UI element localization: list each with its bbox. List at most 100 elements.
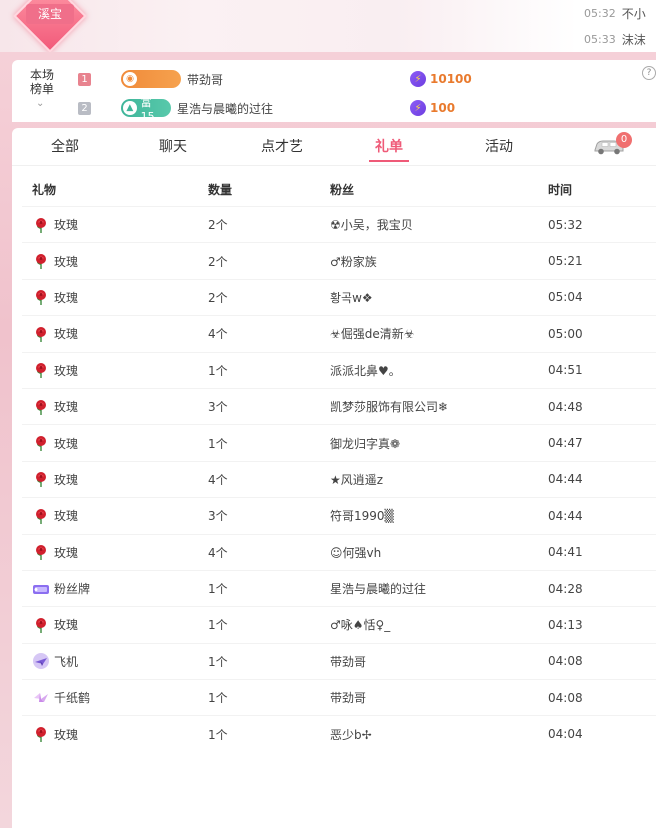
gift-cell: 玫瑰	[22, 398, 208, 416]
ranking-title[interactable]: 本场榜单	[30, 68, 60, 96]
rose-icon	[32, 725, 50, 743]
time-cell: 04:08	[548, 654, 583, 669]
table-row[interactable]: 玫瑰 1个 御龙归字真❁ 04:47	[22, 424, 656, 460]
qty-cell: 1个	[208, 691, 228, 706]
fan-cell[interactable]: ♂粉家族	[330, 253, 548, 270]
gift-cell: 粉丝牌	[22, 580, 208, 598]
paper-crane-icon	[32, 689, 50, 707]
table-row[interactable]: 玫瑰 4个 ★风逍遥z 04:44	[22, 460, 656, 497]
fan-cell[interactable]: ♂咏♠恬♀_	[330, 616, 548, 633]
rose-icon	[32, 507, 50, 525]
qty-cell: 1个	[208, 654, 228, 669]
fan-cell[interactable]: 符哥1990▒	[330, 507, 548, 524]
chat-name: 不小	[621, 6, 646, 21]
host-badge-label: 溪宝	[26, 4, 74, 24]
fan-cell[interactable]: ☢小吴，我宝贝	[330, 216, 548, 233]
gift-name: 玫瑰	[54, 290, 79, 305]
fan-cell[interactable]: ☣倔强de清新☣	[330, 325, 548, 342]
table-row[interactable]: 千纸鹤 1个 带劲哥 04:08	[22, 679, 656, 715]
airplane-icon	[32, 652, 50, 670]
rose-icon	[32, 361, 50, 379]
gift-name: 玫瑰	[54, 254, 79, 269]
table-row[interactable]: 飞机 1个 带劲哥 04:08	[22, 642, 656, 679]
table-body: 玫瑰 2个 ☢小吴，我宝贝 05:32 玫瑰 2个 ♂粉家族 05:21 玫瑰 2个 황곡w❖ 0…	[22, 206, 656, 752]
chat-line: 05:32 不小	[584, 0, 656, 26]
lightning-icon: ⚡	[410, 71, 426, 87]
table-row[interactable]: 玫瑰 1个 ♂咏♠恬♀_ 04:13	[22, 606, 656, 642]
fan-cell[interactable]: ★风逍遥z	[330, 471, 548, 488]
table-row[interactable]: 粉丝牌 1个 星浩与晨曦的过往 04:28	[22, 569, 656, 606]
table-row[interactable]: 玫瑰 4个 ☺何强vh 04:41	[22, 533, 656, 570]
fan-cell[interactable]: ☺何强vh	[330, 544, 548, 561]
rose-icon	[32, 470, 50, 488]
time-cell: 04:44	[548, 508, 583, 523]
rank-user: 星浩与晨曦的过往	[177, 101, 274, 116]
rank-user: 带劲哥	[187, 72, 224, 87]
time-cell: 05:00	[548, 326, 583, 341]
time-cell: 04:44	[548, 472, 583, 487]
table-row[interactable]: 玫瑰 2个 ♂粉家族 05:21	[22, 242, 656, 278]
time-cell: 04:48	[548, 399, 583, 414]
gift-name: 玫瑰	[54, 218, 79, 233]
fan-cell[interactable]: 황곡w❖	[330, 289, 548, 306]
rose-icon	[32, 252, 50, 270]
table-row[interactable]: 玫瑰 3个 凯梦莎服饰有限公司❄ 04:48	[22, 387, 656, 424]
fan-cell[interactable]: 星浩与晨曦的过往	[330, 580, 548, 597]
qty-cell: 2个	[208, 290, 228, 305]
car-tab[interactable]: 0	[592, 132, 632, 160]
qty-cell: 4个	[208, 472, 228, 487]
lightning-icon: ⚡	[410, 100, 426, 116]
table-row[interactable]: 玫瑰 3个 符哥1990▒ 04:44	[22, 497, 656, 533]
fan-cell[interactable]: 带劲哥	[330, 653, 548, 670]
time-cell: 05:21	[548, 254, 583, 269]
rank-number: 2	[78, 101, 91, 115]
tab-talent[interactable]: 点才艺	[250, 128, 314, 166]
fan-cell[interactable]: 带劲哥	[330, 689, 548, 706]
time-cell: 04:41	[548, 545, 583, 560]
level-badge-icon: ◉	[123, 72, 137, 86]
table-row[interactable]: 玫瑰 1个 恶少b✢ 04:04	[22, 715, 656, 751]
rank-score: ⚡ 100	[410, 97, 455, 119]
header-time: 时间	[548, 182, 573, 197]
qty-cell: 1个	[208, 618, 228, 633]
gift-name: 玫瑰	[54, 363, 79, 378]
fan-cell[interactable]: 派派北鼻♥。	[330, 362, 548, 379]
tab-activity[interactable]: 活动	[474, 128, 524, 166]
gift-cell: 玫瑰	[22, 507, 208, 525]
top-strip: 溪宝 05:32 不小 05:33 沫沫	[0, 0, 656, 52]
fan-cell[interactable]: 凯梦莎服饰有限公司❄	[330, 398, 548, 415]
qty-cell: 1个	[208, 582, 228, 597]
time-cell: 05:04	[548, 290, 583, 305]
table-row[interactable]: 玫瑰 2个 ☢小吴，我宝贝 05:32	[22, 206, 656, 242]
gift-cell: 飞机	[22, 652, 208, 670]
gift-name: 玫瑰	[54, 545, 79, 560]
table-row[interactable]: 玫瑰 2个 황곡w❖ 05:04	[22, 278, 656, 315]
ranking-panel: 本场榜单 ⌄ 1 ◉ 带劲哥 ⚡ 10100 2 ▲ 富15 星浩与晨曦的过往 …	[12, 60, 656, 123]
table-row[interactable]: 玫瑰 1个 派派北鼻♥。 04:51	[22, 351, 656, 388]
gift-name: 飞机	[54, 654, 79, 669]
qty-cell: 3个	[208, 400, 228, 415]
rose-icon	[32, 398, 50, 416]
gift-cell: 玫瑰	[22, 543, 208, 561]
fan-cell[interactable]: 御龙归字真❁	[330, 435, 548, 452]
qty-cell: 1个	[208, 363, 228, 378]
time-cell: 04:08	[548, 690, 583, 705]
table-row[interactable]: 玫瑰 4个 ☣倔强de清新☣ 05:00	[22, 315, 656, 351]
qty-cell: 3个	[208, 509, 228, 524]
rank-number: 1	[78, 72, 91, 86]
rose-icon	[32, 543, 50, 561]
level-badge: ▲ 富15	[121, 96, 171, 123]
help-icon[interactable]: ?	[642, 66, 656, 80]
ranking-entry[interactable]: 1 ◉ 带劲哥	[78, 68, 223, 90]
ranking-entry[interactable]: 2 ▲ 富15 星浩与晨曦的过往	[78, 96, 274, 123]
tab-all[interactable]: 全部	[40, 128, 90, 166]
gift-cell: 玫瑰	[22, 616, 208, 634]
chevron-down-icon[interactable]: ⌄	[36, 98, 44, 109]
rose-icon	[32, 616, 50, 634]
qty-cell: 2个	[208, 254, 228, 269]
time-cell: 04:51	[548, 363, 583, 378]
fan-cell[interactable]: 恶少b✢	[330, 726, 548, 743]
tab-gift-list[interactable]: 礼单	[364, 128, 414, 166]
gift-name: 玫瑰	[54, 618, 79, 633]
tab-chat[interactable]: 聊天	[148, 128, 198, 166]
